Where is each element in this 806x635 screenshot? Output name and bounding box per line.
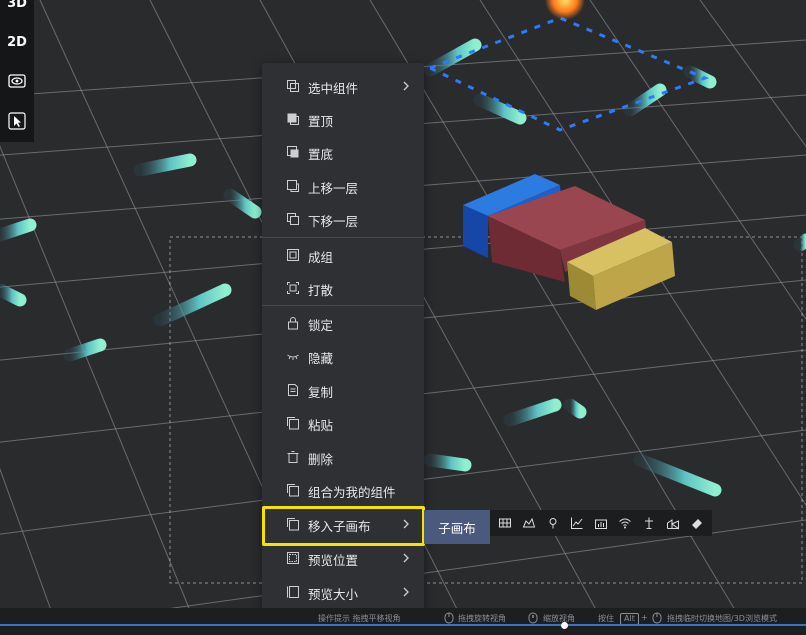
menu-item-move-up-layer[interactable]: 上移一层 [262, 171, 424, 201]
menu-item-label: 组合为我的组件 [308, 485, 396, 500]
menu-item-delete[interactable]: 删除 [262, 442, 424, 472]
menu-item-select-component[interactable]: 选中组件 [262, 71, 424, 101]
hint-rotate: 拖拽旋转视角 [458, 614, 506, 623]
save-component-icon [287, 484, 299, 497]
status-bar: 操作提示 拖拽平移视角 拖拽旋转视角 缩放视角 按住 Alt + 拖拽临时切换地… [0, 608, 806, 635]
component-toolbar [490, 510, 712, 536]
preview-position-icon [287, 552, 299, 564]
hint-hold: 按住 [598, 614, 614, 623]
menu-item-label: 删除 [308, 452, 334, 467]
menu-item-label: 成组 [308, 250, 334, 265]
plus-sign: + [641, 613, 648, 622]
mouse-wheel-icon [528, 612, 538, 624]
menu-item-label: 上移一层 [308, 181, 359, 196]
view-2d-button[interactable]: 2D [0, 25, 34, 59]
hint-zoom: 缩放视角 [543, 614, 575, 623]
menu-item-label: 置顶 [308, 114, 334, 129]
location-pin-icon[interactable] [546, 516, 560, 530]
timeline-thumb[interactable] [561, 622, 568, 629]
bar-chart-icon[interactable] [594, 516, 608, 530]
menu-item-lock[interactable]: 锁定 [262, 308, 424, 338]
group-icon [287, 249, 299, 261]
menu-item-label: 锁定 [308, 318, 334, 333]
mouse-right-icon [652, 612, 662, 624]
menu-item-move-down-layer[interactable]: 下移一层 [262, 204, 424, 234]
preview-size-icon [287, 586, 299, 598]
lock-icon [288, 317, 298, 330]
menu-item-label: 预览大小 [308, 587, 359, 602]
line-chart-icon[interactable] [570, 516, 584, 530]
cursor-arrow-icon [8, 112, 26, 130]
menu-item-save-as-my-component[interactable]: 组合为我的组件 [262, 475, 424, 505]
move-up-layer-icon [287, 180, 299, 192]
layers-icon [287, 80, 299, 92]
wifi-signal-icon[interactable] [618, 516, 632, 530]
timeline-track[interactable] [0, 624, 806, 626]
view-mode-toolbar: 3D 2D [0, 0, 34, 142]
menu-item-label: 下移一层 [308, 214, 359, 229]
menu-item-send-to-back[interactable]: 置底 [262, 137, 424, 167]
view-3d-button[interactable]: 3D [0, 0, 34, 20]
menu-divider [262, 237, 424, 238]
map-layer-icon[interactable] [498, 516, 512, 530]
menu-item-group[interactable]: 成组 [262, 240, 424, 270]
hint-switch-mode: 拖拽临时切换地图/3D浏览模式 [667, 614, 777, 623]
eye-icon [8, 74, 26, 88]
menu-item-label: 复制 [308, 385, 334, 400]
menu-item-paste[interactable]: 粘贴 [262, 408, 424, 438]
trash-icon [287, 451, 299, 463]
chevron-right-icon [403, 81, 409, 91]
highlight-box [262, 506, 425, 546]
menu-item-hide[interactable]: 隐藏 [262, 341, 424, 371]
menu-item-label: 隐藏 [308, 351, 334, 366]
copy-icon [288, 384, 298, 396]
menu-item-label: 选中组件 [308, 81, 359, 96]
mouse-left-icon [444, 612, 454, 624]
chevron-right-icon [403, 553, 409, 563]
terrain-icon[interactable] [522, 516, 536, 530]
send-to-back-icon [287, 146, 299, 158]
ungroup-icon [287, 282, 299, 294]
menu-divider [262, 305, 424, 306]
menu-item-preview-size[interactable]: 预览大小 [262, 577, 424, 607]
menu-item-label: 打散 [308, 283, 334, 298]
bring-to-front-icon [287, 113, 299, 125]
menu-item-label: 置底 [308, 147, 334, 162]
pole-marker-icon[interactable] [642, 516, 656, 530]
eraser-icon[interactable] [690, 516, 704, 530]
menu-item-bring-to-front[interactable]: 置顶 [262, 104, 424, 134]
menu-item-label: 预览位置 [308, 553, 359, 568]
chevron-right-icon [403, 587, 409, 597]
building-icon[interactable] [666, 516, 680, 530]
submenu-subcanvas-option[interactable]: 子画布 [424, 510, 490, 544]
menu-item-copy[interactable]: 复制 [262, 375, 424, 405]
paste-icon [287, 417, 299, 430]
menu-item-label: 粘贴 [308, 418, 334, 433]
menu-item-preview-position[interactable]: 预览位置 [262, 543, 424, 573]
hide-icon [287, 354, 299, 360]
move-down-layer-icon [287, 213, 299, 225]
select-pointer-button[interactable] [0, 104, 34, 138]
menu-item-ungroup[interactable]: 打散 [262, 273, 424, 303]
preview-eye-button[interactable] [0, 64, 34, 98]
hint-pan: 操作提示 拖拽平移视角 [318, 614, 401, 623]
